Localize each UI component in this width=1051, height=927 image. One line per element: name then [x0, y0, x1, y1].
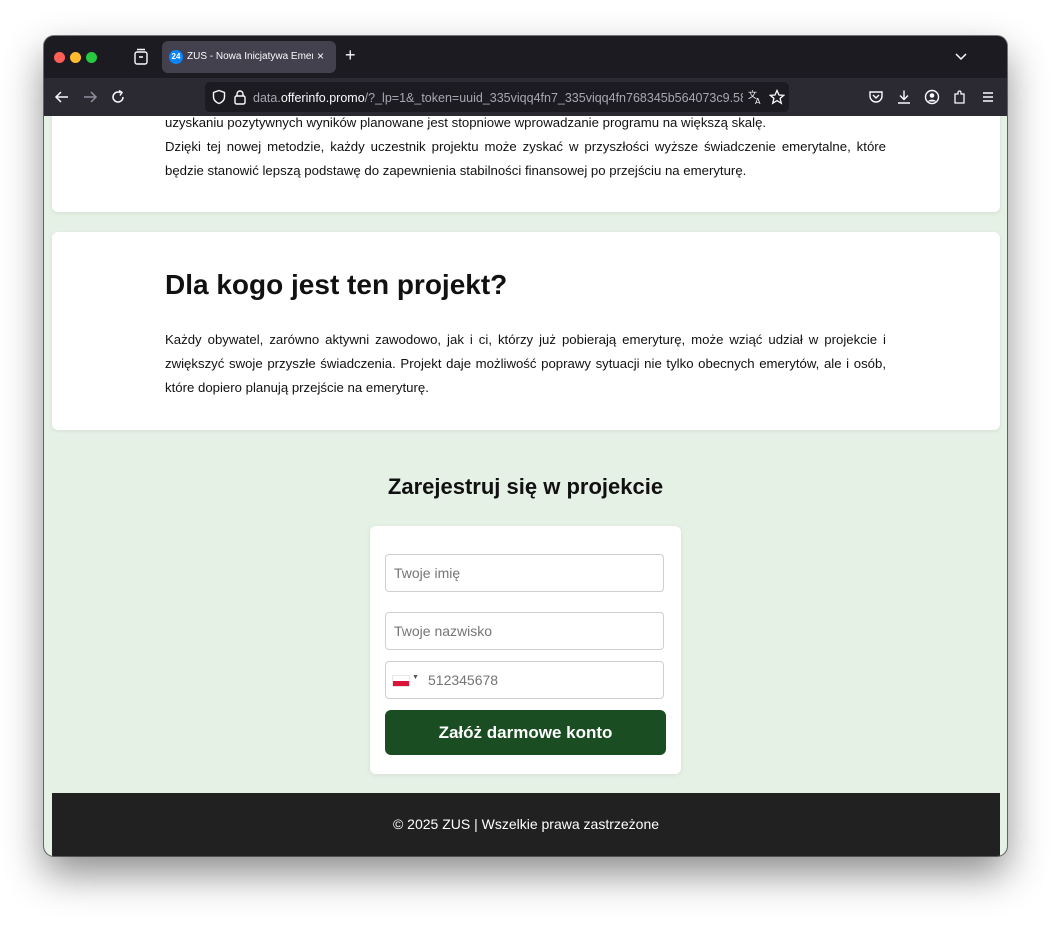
url-path: /?_lp=1&_token=uuid_335viqq4fn7_335viqq4…	[364, 91, 743, 105]
audience-paragraph: Każdy obywatel, zarówno aktywni zawodowo…	[165, 332, 886, 395]
create-account-button[interactable]: Załóż darmowe konto	[385, 710, 666, 755]
tab-close-icon[interactable]: ×	[317, 48, 324, 64]
registration-title: Zarejestruj się w projekcie	[387, 474, 664, 499]
first-name-input[interactable]	[385, 554, 664, 592]
page-viewport: uzyskaniu pozytywnych wyników planowane …	[44, 116, 1007, 856]
registration-form: ▼ Załóż darmowe konto	[370, 526, 681, 774]
tab-overview-icon[interactable]	[133, 48, 149, 66]
window-minimize-button[interactable]	[70, 52, 81, 63]
svg-text:A: A	[755, 97, 761, 105]
chevron-down-icon[interactable]	[954, 49, 968, 63]
hamburger-menu-icon[interactable]	[980, 89, 996, 105]
url-host: offerinfo.promo	[280, 91, 365, 105]
info-paragraph: uzyskaniu pozytywnych wyników planowane …	[165, 116, 767, 130]
tracking-protection-shield-icon[interactable]	[211, 89, 227, 105]
account-icon[interactable]	[924, 89, 940, 105]
reload-icon[interactable]	[110, 89, 126, 105]
active-tab[interactable]: 24 ZUS - Nowa Inicjatywa Emerytalna ×	[162, 41, 336, 73]
phone-input[interactable]	[422, 662, 672, 698]
forward-arrow-icon[interactable]	[82, 89, 98, 105]
tab-strip: 24 ZUS - Nowa Inicjatywa Emerytalna × +	[44, 36, 1007, 78]
phone-field: ▼	[385, 661, 672, 699]
poland-flag-icon[interactable]	[393, 676, 409, 686]
back-arrow-icon[interactable]	[54, 89, 70, 105]
section-heading: Dla kogo jest ten projekt?	[165, 269, 508, 300]
site-favicon-icon: 24	[169, 50, 183, 64]
padlock-icon[interactable]	[232, 89, 248, 105]
address-bar[interactable]: data.offerinfo.promo/?_lp=1&_token=uuid_…	[205, 82, 789, 112]
navigation-toolbar: data.offerinfo.promo/?_lp=1&_token=uuid_…	[44, 78, 1007, 116]
extensions-icon[interactable]	[952, 89, 968, 105]
bookmark-star-icon[interactable]	[769, 89, 785, 105]
info-paragraph: Dzięki tej nowej metodzie, każdy uczestn…	[165, 139, 886, 178]
caret-down-icon[interactable]: ▼	[412, 673, 419, 683]
pocket-icon[interactable]	[868, 89, 884, 105]
browser-window: 24 ZUS - Nowa Inicjatywa Emerytalna × +	[44, 36, 1007, 856]
download-icon[interactable]	[896, 89, 912, 105]
target-audience-card: Dla kogo jest ten projekt? Każdy obywate…	[52, 232, 1000, 430]
page-footer: © 2025 ZUS | Wszelkie prawa zastrzeżone	[52, 793, 1000, 856]
tab-title: ZUS - Nowa Inicjatywa Emerytalna	[187, 51, 313, 62]
url-text[interactable]: data.offerinfo.promo/?_lp=1&_token=uuid_…	[253, 90, 743, 106]
last-name-input[interactable]	[385, 612, 664, 650]
window-maximize-button[interactable]	[86, 52, 97, 63]
window-close-button[interactable]	[54, 52, 65, 63]
info-card: uzyskaniu pozytywnych wyników planowane …	[52, 116, 1000, 212]
new-tab-button[interactable]: +	[345, 45, 356, 65]
translate-icon[interactable]: 文 A	[747, 89, 763, 105]
url-prefix: data.	[253, 91, 281, 105]
